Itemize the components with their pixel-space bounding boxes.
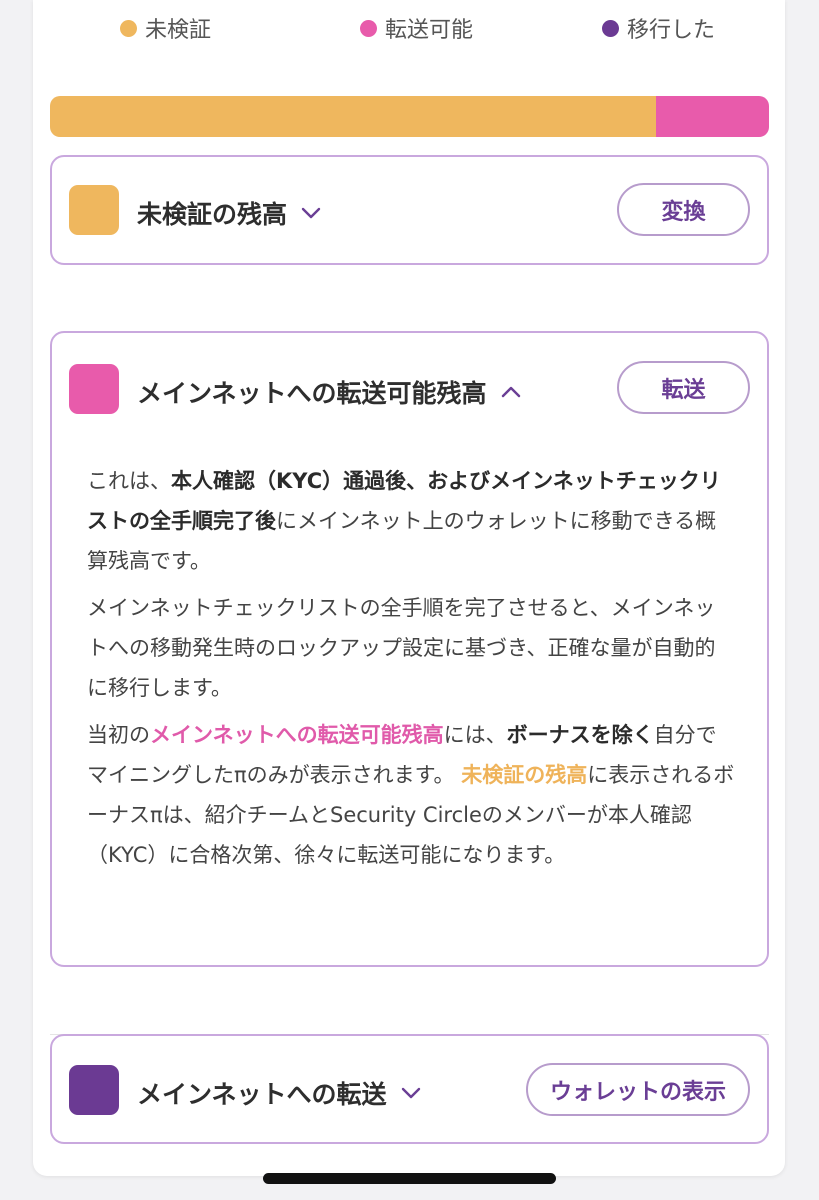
balance-legend: 未検証 転送可能 移行した [33,12,785,44]
legend-item-transferable: 転送可能 [360,12,473,44]
description-paragraph-1: これは、本人確認（KYC）通過後、およびメインネットチェックリストの全手順完了後… [87,461,735,581]
bar-segment-transferable [656,96,769,137]
unverified-balance-header[interactable]: 未検証の残高 [137,195,321,231]
p3-text-2: には、 [443,723,507,747]
transferable-balance-title: メインネットへの転送可能残高 [137,379,487,408]
convert-button[interactable]: 変換 [617,183,750,236]
legend-label-unverified: 未検証 [145,18,212,43]
legend-dot-migrated [602,19,619,37]
chevron-down-icon[interactable] [301,207,321,219]
unverified-balance-card: 未検証の残高 変換 [50,155,769,265]
p3-bold-1: ボーナスを除く [506,723,654,747]
legend-dot-transferable [360,19,377,37]
unverified-color-swatch [69,185,119,235]
unverified-balance-title: 未検証の残高 [137,200,288,229]
mainnet-transfer-title: メインネットへの転送 [137,1080,387,1109]
home-indicator[interactable] [263,1173,556,1184]
description-paragraph-2: メインネットチェックリストの全手順を完了させると、メインネットへの移動発生時のロ… [87,596,716,700]
p3-highlight-transferable: メインネットへの転送可能残高 [150,723,444,747]
transferable-color-swatch [69,364,119,414]
bar-segment-unverified [50,96,657,137]
transfer-button[interactable]: 転送 [617,361,750,414]
legend-label-transferable: 転送可能 [385,18,474,43]
legend-item-unverified: 未検証 [120,12,211,44]
view-wallet-button[interactable]: ウォレットの表示 [526,1063,750,1116]
balance-distribution-bar [50,96,769,137]
mainnet-color-swatch [69,1065,119,1115]
chevron-down-icon[interactable] [401,1087,421,1099]
chevron-up-icon[interactable] [501,386,521,398]
p1-text-1: これは、 [87,469,171,493]
wallet-balance-panel: 未検証 転送可能 移行した 未検証の残高 変換 メインネットへの転送可能残高 転… [33,0,785,1176]
p3-text-1: 当初の [87,723,150,747]
legend-dot-unverified [120,19,137,37]
p3-highlight-unverified: 未検証の残高 [461,763,588,787]
description-paragraph-3: 当初のメインネットへの転送可能残高には、ボーナスを除く自分でマイニングしたπのみ… [87,715,735,875]
mainnet-transfer-card: メインネットへの転送 ウォレットの表示 [50,1034,769,1144]
transferable-balance-description: これは、本人確認（KYC）通過後、およびメインネットチェックリストの全手順完了後… [87,461,735,882]
legend-label-migrated: 移行した [627,18,716,43]
transferable-balance-header[interactable]: メインネットへの転送可能残高 [137,374,521,410]
transferable-balance-card: メインネットへの転送可能残高 転送 これは、本人確認（KYC）通過後、およびメイ… [50,331,769,967]
legend-item-migrated: 移行した [602,12,715,44]
mainnet-transfer-header[interactable]: メインネットへの転送 [137,1075,421,1111]
